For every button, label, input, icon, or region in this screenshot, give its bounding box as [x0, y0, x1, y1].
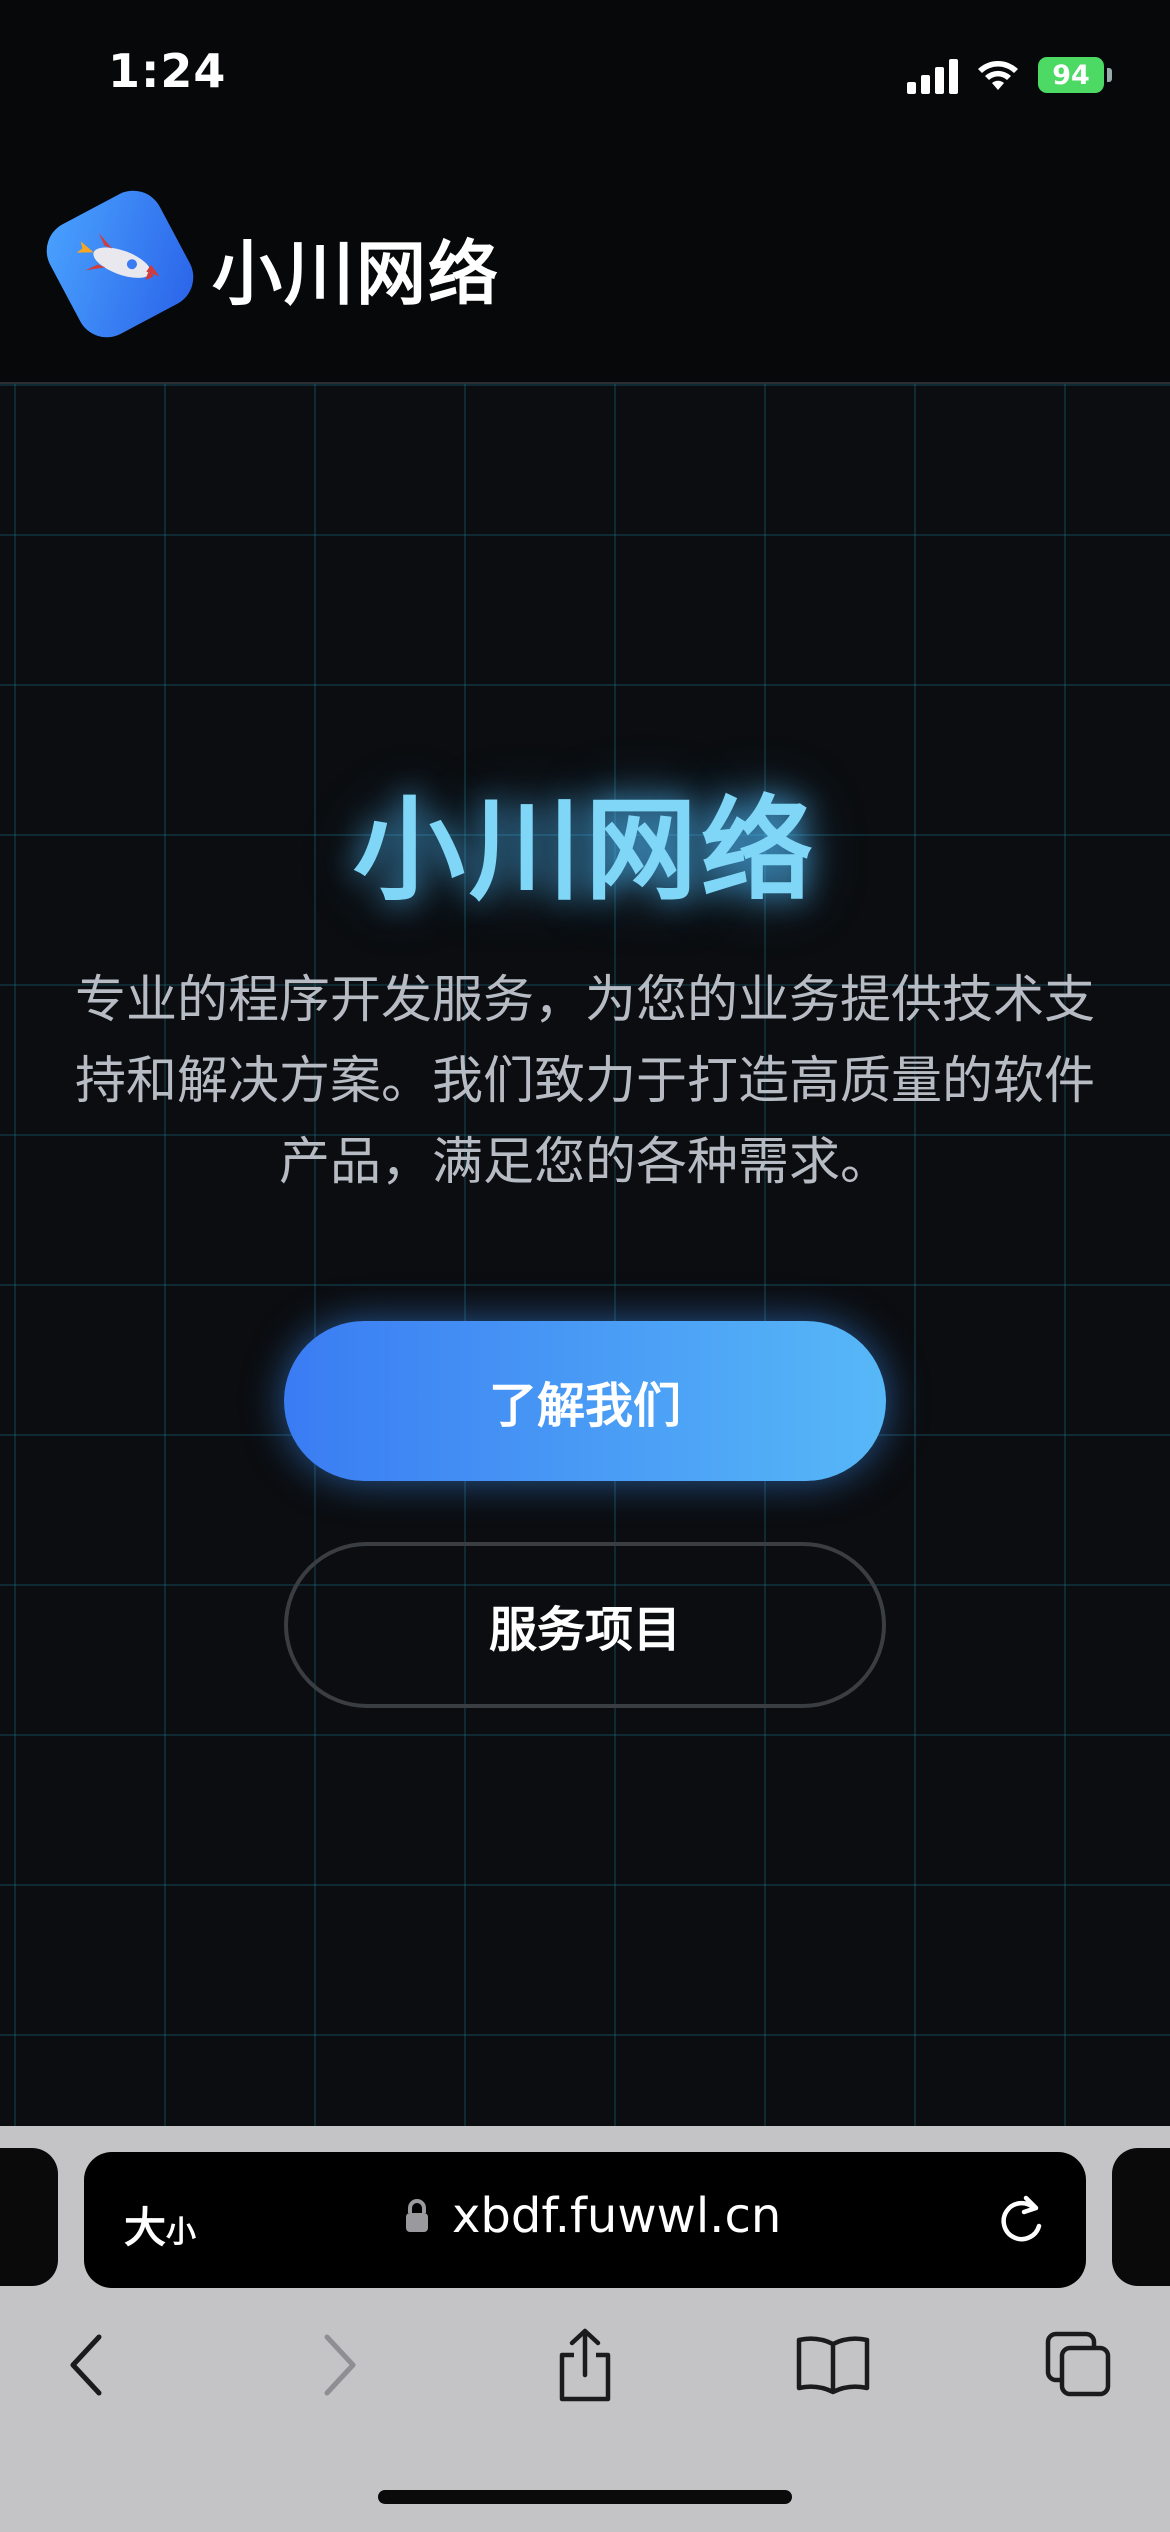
rocket-icon — [76, 232, 160, 280]
status-bar: 1:24 94 — [0, 0, 1170, 150]
home-indicator[interactable] — [378, 2490, 792, 2504]
battery-icon: 94 — [1038, 57, 1112, 93]
reload-icon[interactable] — [996, 2192, 1048, 2248]
brand-name[interactable]: 小川网络 — [212, 218, 500, 319]
forward-button[interactable] — [294, 2320, 384, 2410]
tabs-icon — [1045, 2331, 1111, 2397]
address-bar[interactable]: 大小 xbdf.fuwwl.cn — [84, 2152, 1086, 2288]
share-button[interactable] — [540, 2320, 630, 2410]
signal-icon — [907, 56, 958, 94]
hero-title: 小川网络 — [353, 786, 817, 916]
hero-section — [0, 384, 1170, 2126]
share-icon — [559, 2328, 611, 2402]
tabs-button[interactable] — [1034, 2320, 1124, 2410]
next-tab-edge[interactable] — [1112, 2148, 1170, 2286]
url-display[interactable]: xbdf.fuwwl.cn — [404, 2188, 781, 2244]
bookmarks-icon — [796, 2336, 870, 2395]
wifi-icon — [978, 61, 1018, 90]
hero-description: 专业的程序开发服务，为您的业务提供技术支持和解决方案。我们致力于打造高质量的软件… — [74, 971, 1095, 1192]
battery-level: 94 — [1038, 57, 1104, 93]
status-time: 1:24 — [108, 44, 227, 98]
previous-tab-edge[interactable] — [0, 2148, 58, 2286]
url-text: xbdf.fuwwl.cn — [452, 2188, 782, 2244]
lock-icon — [406, 2199, 428, 2232]
text-size-button[interactable]: 大小 — [124, 2194, 196, 2255]
services-button[interactable]: 服务项目 — [284, 1542, 886, 1708]
toolbar — [0, 2320, 1170, 2410]
about-us-button[interactable]: 了解我们 — [284, 1321, 886, 1481]
back-button[interactable] — [42, 2320, 132, 2410]
back-icon — [70, 2334, 102, 2396]
status-icons: 94 — [907, 52, 1112, 98]
forward-icon — [324, 2334, 356, 2396]
bookmarks-button[interactable] — [788, 2320, 878, 2410]
